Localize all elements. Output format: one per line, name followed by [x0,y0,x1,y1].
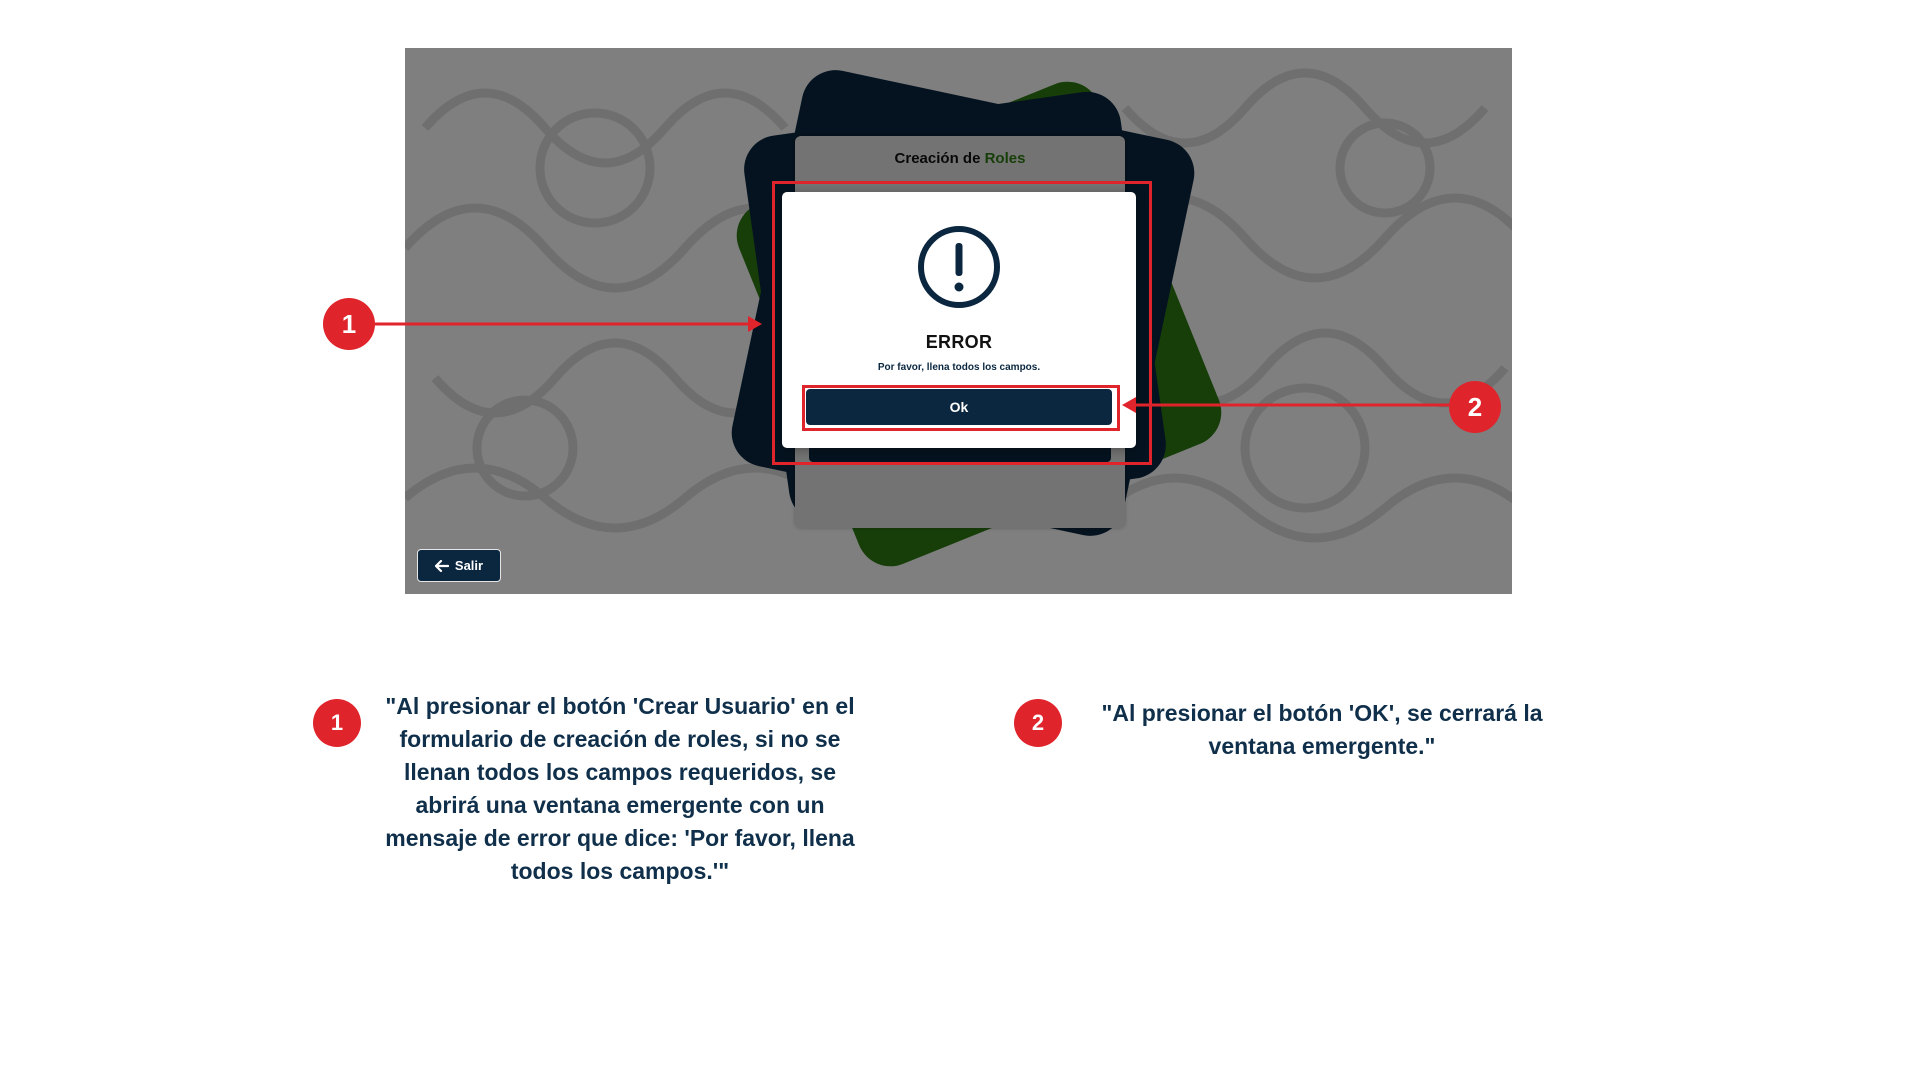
description-badge-2: 2 [1014,699,1062,747]
description-1: "Al presionar el botón 'Crear Usuario' e… [385,693,855,884]
annotation-badge-2: 2 [1449,381,1501,433]
annotation-badge-1: 1 [323,298,375,350]
exit-button[interactable]: Salir [417,549,501,582]
highlight-ok-button-box [802,385,1120,431]
arrow-left-icon [434,559,449,572]
description-badge-1: 1 [313,699,361,747]
exit-button-label: Salir [454,558,484,573]
description-2: "Al presionar el botón 'OK', se cerrará … [1101,700,1543,759]
